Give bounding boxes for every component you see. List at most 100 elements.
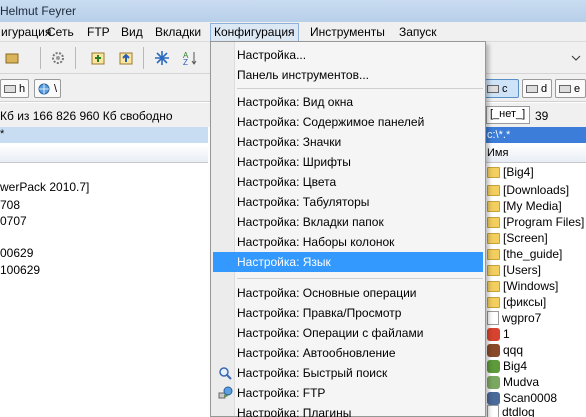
menu-item-label: Настройка: Шрифты: [237, 155, 351, 169]
menu-configuration[interactable]: Конфигурация: [210, 23, 299, 42]
toolbar-separator: [75, 47, 76, 69]
menu-item-plugins[interactable]: Настройка: Плагины: [213, 403, 483, 417]
pack-icon[interactable]: [2, 48, 22, 68]
menu-item-quick-search[interactable]: Настройка: Быстрый поиск: [213, 363, 483, 383]
toolbar-separator: [40, 47, 41, 69]
file-icon: [487, 311, 499, 325]
left-column-header[interactable]: [0, 145, 208, 163]
menu-item-panel-contents[interactable]: Настройка: Содержимое панелей: [213, 112, 483, 132]
list-item[interactable]: werPack 2010.7]: [0, 178, 89, 196]
menu-item-label: Настройка: Вид окна: [237, 95, 354, 109]
search-icon: [219, 367, 232, 380]
file-row[interactable]: [Big4]: [487, 163, 586, 181]
drive-icon: [559, 84, 571, 93]
file-name: [Screen]: [503, 231, 548, 245]
right-drive-combo[interactable]: [_нет_]: [486, 106, 530, 124]
title-bar: Helmut Feyrer: [0, 0, 586, 22]
menu-separator: [237, 88, 483, 89]
menu-ftp[interactable]: FTP: [84, 24, 113, 41]
dropdown-icon[interactable]: [566, 48, 586, 68]
drive-combo-value: [_нет_]: [490, 108, 526, 120]
globe-icon: [38, 83, 50, 94]
left-path-bar[interactable]: *: [0, 127, 208, 143]
menu-item-label: Настройка: Автообновление: [237, 346, 396, 360]
folder-icon: [487, 232, 500, 244]
menu-item-language[interactable]: Настройка: Язык: [213, 252, 483, 272]
app-icon: [487, 375, 500, 389]
list-item[interactable]: 00629: [0, 244, 33, 262]
gear-icon[interactable]: [48, 48, 68, 68]
drive-icon: [487, 84, 499, 93]
menu-item-ftp[interactable]: Настройка: FTP: [213, 383, 483, 403]
file-row[interactable]: dtdlog: [487, 403, 586, 417]
folder-icon: [487, 280, 500, 292]
menu-item-label: Настройка...: [237, 48, 307, 62]
menu-view[interactable]: Вид: [118, 24, 146, 41]
drive-label: h: [19, 82, 26, 95]
file-name: [фиксы]: [503, 295, 547, 309]
file-name: [Downloads]: [503, 183, 570, 197]
drive-label: e: [574, 82, 581, 95]
drive-icon: [4, 84, 16, 93]
menu-item-icons[interactable]: Настройка: Значки: [213, 132, 483, 152]
new-folder-icon[interactable]: [88, 48, 108, 68]
menu-item-tabstops[interactable]: Настройка: Табуляторы: [213, 192, 483, 212]
app-icon: [487, 359, 500, 373]
sort-az-icon[interactable]: AZ: [180, 48, 200, 68]
menu-item-edit-view[interactable]: Настройка: Правка/Просмотр: [213, 303, 483, 323]
file-name: 1: [503, 327, 510, 341]
right-column-header-name[interactable]: Имя: [483, 145, 586, 163]
select-star-icon[interactable]: [152, 48, 172, 68]
folder-icon: [487, 264, 500, 276]
menu-tools[interactable]: Инструменты: [307, 24, 388, 41]
menu-item-file-operations[interactable]: Настройка: Операции с файлами: [213, 323, 483, 343]
file-name: Big4: [503, 359, 528, 373]
drive-button-d[interactable]: d: [522, 79, 552, 98]
menu-item-label: Настройка: Цвета: [237, 175, 337, 189]
folder-icon: [487, 248, 500, 260]
right-path-text: c:\*.*: [487, 129, 511, 141]
list-item[interactable]: 100629: [0, 261, 40, 279]
menu-item-label: Настройка: Значки: [237, 135, 342, 149]
menu-item-window-view[interactable]: Настройка: Вид окна: [213, 92, 483, 112]
menu-item-column-sets[interactable]: Настройка: Наборы колонок: [213, 232, 483, 252]
root-button[interactable]: \: [34, 79, 62, 98]
menu-item-label: Настройка: Операции с файлами: [237, 326, 424, 340]
file-name: [My Media]: [503, 199, 562, 213]
menu-separator: [237, 278, 483, 279]
file-name: wgpro7: [502, 311, 542, 325]
list-item[interactable]: 0707: [0, 212, 27, 230]
right-path-bar[interactable]: c:\*.*: [483, 127, 586, 143]
drive-button-e[interactable]: e: [555, 79, 586, 98]
menu-item-settings[interactable]: Настройка...: [213, 45, 483, 65]
menu-item-fonts[interactable]: Настройка: Шрифты: [213, 152, 483, 172]
menu-item-folder-tabs[interactable]: Настройка: Вкладки папок: [213, 212, 483, 232]
folder-icon: [487, 200, 500, 212]
file-name: qqq: [503, 343, 524, 357]
left-path-text: *: [0, 128, 5, 140]
menu-item-basic-operations[interactable]: Настройка: Основные операции: [213, 283, 483, 303]
root-label: \: [54, 82, 58, 95]
menu-tabs[interactable]: Вкладки: [152, 24, 204, 41]
menu-item-label: Настройка: Табуляторы: [237, 195, 370, 209]
file-icon: [487, 405, 499, 417]
menu-item-toolbar[interactable]: Панель инструментов...: [213, 65, 483, 85]
menu-item-label: Настройка: Язык: [237, 255, 331, 269]
menu-item-auto-refresh[interactable]: Настройка: Автообновление: [213, 343, 483, 363]
folder-up-icon[interactable]: [116, 48, 136, 68]
file-name: [Windows]: [503, 279, 559, 293]
menu-item-colors[interactable]: Настройка: Цвета: [213, 172, 483, 192]
column-name-label: Имя: [487, 147, 509, 159]
drive-button-c[interactable]: c: [483, 79, 519, 98]
file-name: [Users]: [503, 263, 542, 277]
menu-item-label: Настройка: FTP: [237, 386, 326, 400]
left-free-space: Кб из 166 826 960 Кб свободно: [0, 109, 173, 123]
menu-item-label: Настройка: Основные операции: [237, 286, 417, 300]
menu-network[interactable]: Сеть: [44, 24, 77, 41]
menu-start[interactable]: Запуск: [396, 24, 440, 41]
configuration-dropdown-menu: Настройка... Панель инструментов... Наст…: [210, 41, 486, 417]
drive-label: d: [541, 82, 548, 95]
drive-button-h[interactable]: h: [0, 79, 30, 98]
folder-icon: [487, 184, 500, 196]
menu-item-label: Настройка: Наборы колонок: [237, 235, 395, 249]
